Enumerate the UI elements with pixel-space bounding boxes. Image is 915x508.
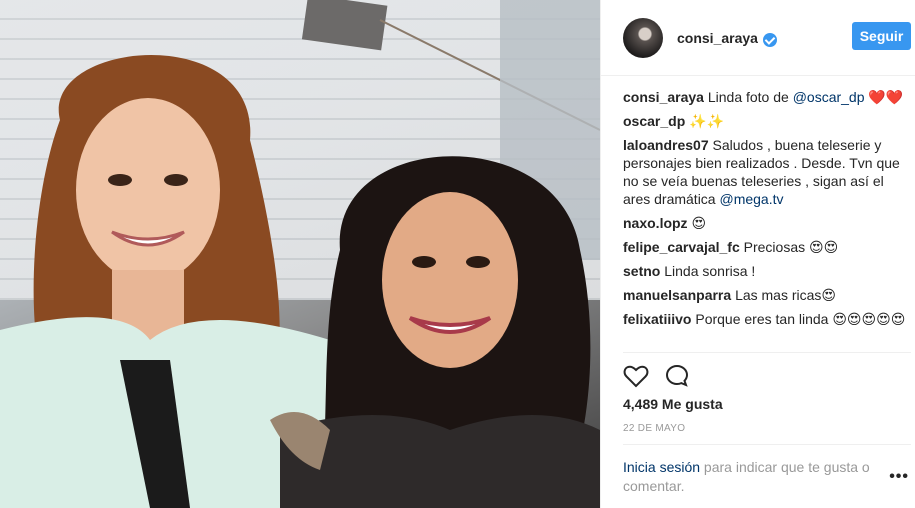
login-link[interactable]: Inicia sesión	[623, 459, 700, 475]
comment-username[interactable]: laloandres07	[623, 137, 709, 153]
author-username[interactable]: consi_araya	[677, 30, 758, 46]
post-photo[interactable]	[0, 0, 600, 508]
comment-item: setno Linda sonrisa !	[623, 262, 908, 280]
divider	[623, 352, 911, 353]
comment-username[interactable]: oscar_dp	[623, 113, 685, 129]
photo-illustration	[0, 0, 600, 508]
comment-username[interactable]: felixatiiivo	[623, 311, 691, 327]
comment-item: felixatiiivo Porque eres tan linda 😍😍😍😍😍	[623, 310, 908, 328]
more-options-icon[interactable]: •••	[889, 468, 909, 486]
comment-text: Linda foto de	[707, 89, 793, 105]
comment-item: manuelsanparra Las mas ricas😍	[623, 286, 908, 304]
comment-username[interactable]: manuelsanparra	[623, 287, 731, 303]
comment-mention-link[interactable]: @mega.tv	[719, 191, 783, 207]
comments-list: consi_araya Linda foto de @oscar_dp ❤️❤️…	[623, 88, 908, 334]
comment-text: 😍	[691, 215, 707, 231]
comment-icon[interactable]	[665, 364, 689, 391]
comment-item: oscar_dp ✨✨	[623, 112, 908, 130]
instagram-post: consi_araya Seguir consi_araya Linda fot…	[0, 0, 915, 508]
likes-count[interactable]: 4,489 Me gusta	[623, 396, 723, 412]
comment-username[interactable]: consi_araya	[623, 89, 704, 105]
comment-suffix: ❤️❤️	[864, 89, 904, 105]
post-sidebar: consi_araya Seguir consi_araya Linda fot…	[600, 0, 915, 508]
divider	[623, 444, 911, 445]
comment-username[interactable]: setno	[623, 263, 660, 279]
avatar[interactable]	[623, 17, 663, 58]
heart-icon[interactable]	[623, 364, 649, 391]
comment-text: Preciosas 😍😍	[743, 239, 839, 255]
comment-text: ✨✨	[689, 113, 725, 129]
comment-text: Porque eres tan linda 😍😍😍😍😍	[695, 311, 906, 327]
comment-item: consi_araya Linda foto de @oscar_dp ❤️❤️	[623, 88, 908, 106]
post-header: consi_araya Seguir	[601, 0, 915, 76]
comment-item: laloandres07 Saludos , buena teleserie y…	[623, 136, 908, 208]
comment-text: Linda sonrisa !	[664, 263, 756, 279]
comment-username[interactable]: felipe_carvajal_fc	[623, 239, 740, 255]
comment-item: felipe_carvajal_fc Preciosas 😍😍	[623, 238, 908, 256]
comment-username[interactable]: naxo.lopz	[623, 215, 688, 231]
comment-mention-link[interactable]: @oscar_dp	[793, 89, 865, 105]
login-prompt: Inicia sesión para indicar que te gusta …	[623, 458, 873, 496]
post-actions	[623, 364, 689, 391]
comment-item: naxo.lopz 😍	[623, 214, 908, 232]
comment-text: Las mas ricas😍	[735, 287, 837, 303]
post-date: 22 DE MAYO	[623, 423, 686, 434]
follow-button[interactable]: Seguir	[852, 22, 911, 50]
verified-badge-icon	[762, 32, 777, 47]
